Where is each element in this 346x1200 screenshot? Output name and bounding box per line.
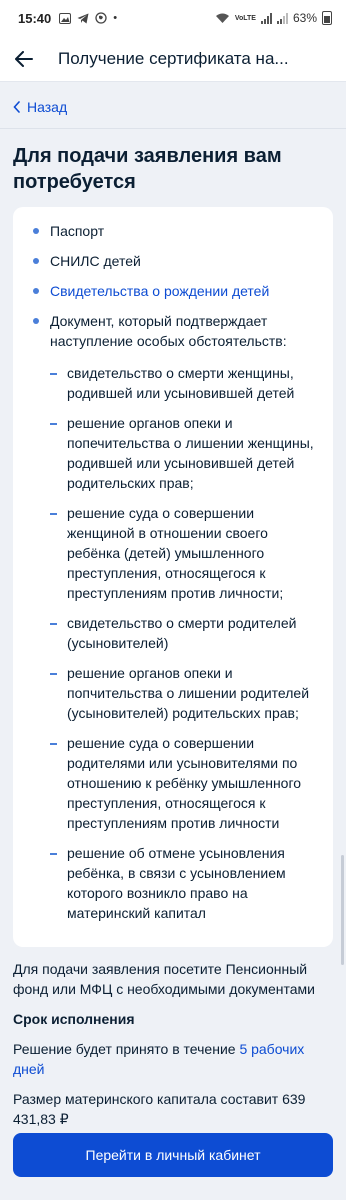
sub-list-item: решение суда о совершении женщиной в отн… [33,503,319,603]
main-content: Назад Для подачи заявления вам потребует… [0,86,346,1129]
document-passport: Паспорт [50,223,105,239]
scrollbar[interactable] [341,855,344,965]
circumstances-list: свидетельство о смерти женщины, родившей… [33,363,319,923]
divider [0,128,346,129]
wifi-icon [215,13,229,23]
dash-marker [50,853,57,855]
chevron-left-icon [13,101,20,113]
sub-list-item: свидетельство о смерти родителей (усынов… [33,613,319,653]
sub-item-text: свидетельство о смерти родителей (усынов… [67,615,297,651]
deadline-title: Срок исполнения [13,1011,135,1027]
dash-marker [50,423,57,425]
bullet-dot [33,288,39,294]
dash-marker [50,673,57,675]
battery-percent: 63% [292,11,317,25]
info-block: Для подачи заявления посетите Пенсионный… [13,959,333,1129]
dash-marker [50,513,57,515]
back-arrow-icon[interactable] [12,47,36,71]
more-notifications-dot: • [113,12,118,24]
sub-item-text: решение органов опеки и попечительства о… [67,415,314,491]
document-circumstances: Документ, который подтверждает наступлен… [50,313,287,349]
button-label: Перейти в личный кабинет [85,1147,261,1163]
signal-2-icon [276,12,288,24]
bullet-dot [33,258,39,264]
sub-list-item: решение суда о совершении родителями или… [33,733,319,833]
document-birth-certificates-link[interactable]: Свидетельства о рождении детей [50,283,269,299]
section-heading: Для подачи заявления вам потребуется [13,145,282,193]
sub-list-item: решение об отмене усыновления ребёнка, в… [33,843,319,923]
sub-list-item: решение органов опеки и попечительства о… [33,413,319,493]
dash-marker [50,623,57,625]
battery-icon [322,11,332,25]
sub-item-text: свидетельство о смерти женщины, родившей… [67,365,295,401]
page-title: Получение сертификата на... [58,48,289,68]
status-time: 15:40 [18,10,52,26]
sub-list-item: решение органов опеки и попчительства о … [33,663,319,723]
go-to-account-button[interactable]: Перейти в личный кабинет [13,1133,333,1177]
list-item[interactable]: Свидетельства о рождении детей [33,281,319,301]
volte-label: VoLTE [234,14,256,22]
bullet-dot [33,228,39,234]
document-snils: СНИЛС детей [50,253,141,269]
dash-marker [50,373,57,375]
sub-item-text: решение суда о совершении женщиной в отн… [67,505,284,601]
back-link-label: Назад [27,99,68,115]
sub-item-text: решение органов опеки и попчительства о … [67,665,310,721]
visit-instructions: Для подачи заявления посетите Пенсионный… [13,961,315,997]
documents-card: Паспорт СНИЛС детей Свидетельства о рожд… [13,207,333,947]
gallery-icon [59,12,72,24]
sub-list-item: свидетельство о смерти женщины, родившей… [33,363,319,403]
signal-icon [260,12,272,24]
capital-amount: Размер материнского капитала составит 63… [13,1091,306,1127]
notification-icons: • [59,12,117,24]
documents-list: Паспорт СНИЛС детей Свидетельства о рожд… [33,221,319,923]
list-item: Паспорт [33,221,319,241]
decision-text: Решение будет принято в течение 5 рабочи… [13,1039,333,1079]
status-right: VoLTE 63% [215,11,332,25]
list-item: Документ, который подтверждает наступлен… [33,311,319,923]
dash-marker [50,743,57,745]
bullet-dot [33,318,39,324]
sub-item-text: решение суда о совершении родителями или… [67,735,302,831]
telegram-icon [77,13,89,23]
sub-item-text: решение об отмене усыновления ребёнка, в… [67,845,286,921]
list-item: СНИЛС детей [33,251,319,271]
status-bar: 15:40 • VoLTE 63% [0,0,346,36]
back-link[interactable]: Назад [13,86,333,128]
viber-icon [95,12,107,24]
decision-prefix: Решение будет принято в течение [13,1041,236,1057]
app-header: Получение сертификата на... [0,36,346,82]
